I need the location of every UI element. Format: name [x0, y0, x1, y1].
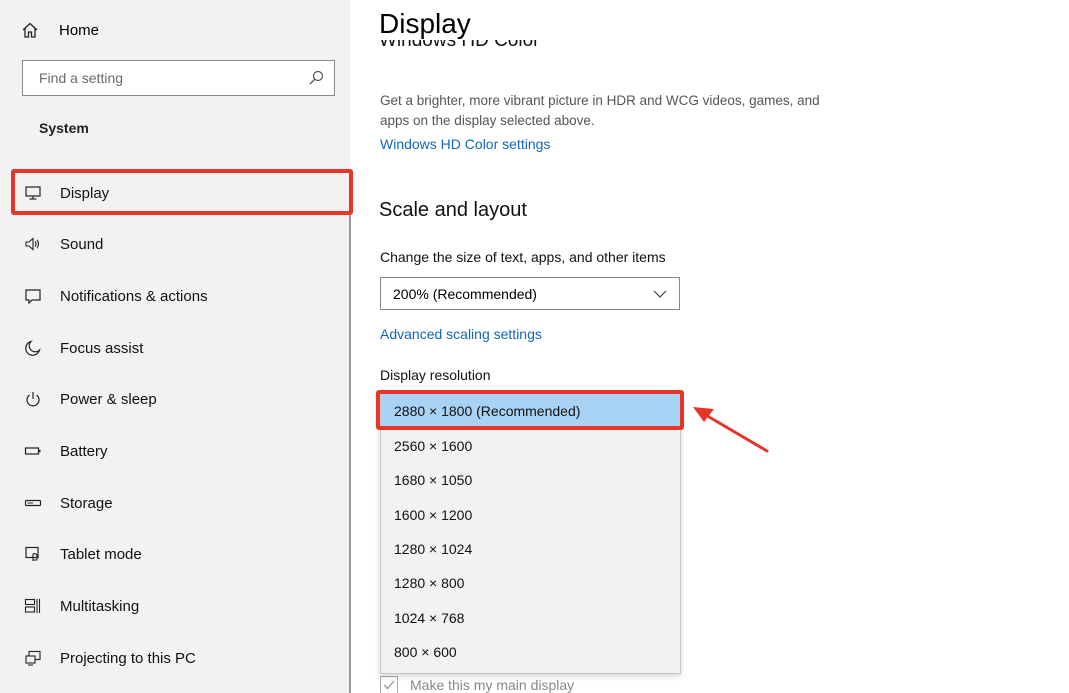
- sidebar-item-label: Projecting to this PC: [60, 649, 196, 667]
- sidebar-item-focus-assist[interactable]: Focus assist: [24, 334, 143, 362]
- sidebar-item-label: Storage: [60, 494, 113, 512]
- sidebar-item-label: Focus assist: [60, 339, 144, 357]
- resolution-option[interactable]: 800 × 600: [381, 635, 680, 669]
- search-input[interactable]: Find a setting: [22, 60, 335, 96]
- sidebar-item-label: Battery: [60, 442, 108, 460]
- scale-layout-heading: Scale and layout: [379, 199, 527, 221]
- section-label-system: System: [39, 120, 89, 136]
- annotation-highlight-display: [11, 169, 353, 215]
- sidebar-item-multitasking[interactable]: Multitasking: [24, 592, 139, 620]
- search-icon[interactable]: [308, 70, 324, 86]
- scale-dropdown[interactable]: 200% (Recommended): [380, 277, 680, 310]
- projecting-icon: [25, 650, 41, 666]
- resolution-option[interactable]: 1024 × 768: [381, 601, 680, 635]
- checkmark-icon: [383, 680, 395, 690]
- home-icon: [22, 22, 38, 38]
- sidebar-item-label: Power & sleep: [60, 390, 157, 408]
- speaker-icon: [25, 237, 40, 251]
- settings-window: Home Find a setting System Display Sound…: [0, 0, 1069, 693]
- storage-icon: [24, 499, 42, 507]
- moon-icon: [25, 340, 41, 356]
- hd-color-heading: Windows HD Color: [379, 40, 679, 60]
- sidebar-item-storage[interactable]: Storage: [24, 489, 113, 517]
- sidebar-item-notifications[interactable]: Notifications & actions: [24, 282, 208, 310]
- main-display-checkbox-label: Make this my main display: [410, 677, 575, 693]
- hd-color-heading-text: Windows HD Color: [379, 40, 540, 51]
- power-icon: [26, 392, 40, 407]
- main-display-checkbox-row[interactable]: Make this my main display: [380, 675, 574, 693]
- resolution-label: Display resolution: [380, 367, 491, 383]
- sidebar-scrollbar[interactable]: [349, 215, 351, 693]
- home-label: Home: [59, 21, 100, 39]
- sidebar-item-battery[interactable]: Battery: [24, 437, 108, 465]
- multitasking-icon: [24, 598, 41, 613]
- sidebar-item-label: Tablet mode: [60, 545, 142, 563]
- chevron-down-icon: [653, 290, 667, 298]
- checkbox[interactable]: [380, 676, 398, 693]
- battery-icon: [24, 447, 41, 455]
- resolution-option[interactable]: 1600 × 1200: [381, 498, 680, 532]
- page-title: Display: [379, 8, 471, 39]
- resolution-option[interactable]: 1680 × 1050: [381, 463, 680, 497]
- notification-icon: [25, 289, 41, 305]
- sidebar-home[interactable]: Home: [21, 18, 99, 42]
- sidebar-item-tablet-mode[interactable]: Tablet mode: [24, 540, 142, 568]
- sidebar-item-projecting[interactable]: Projecting to this PC: [24, 644, 196, 672]
- sidebar-item-label: Notifications & actions: [60, 287, 208, 305]
- resolution-option[interactable]: 1280 × 1024: [381, 532, 680, 566]
- resolution-option[interactable]: 1280 × 800: [381, 566, 680, 600]
- annotation-highlight-resolution: [376, 390, 684, 430]
- resolution-dropdown-list[interactable]: 2880 × 1800 (Recommended) 2560 × 1600 16…: [380, 393, 681, 674]
- advanced-scaling-link[interactable]: Advanced scaling settings: [380, 326, 542, 342]
- search-placeholder: Find a setting: [39, 70, 124, 86]
- sidebar-item-power-sleep[interactable]: Power & sleep: [24, 385, 157, 413]
- tablet-mode-icon: [25, 546, 39, 561]
- resolution-option[interactable]: 2560 × 1600: [381, 429, 680, 463]
- sidebar-item-sound[interactable]: Sound: [24, 230, 103, 258]
- scale-dropdown-value: 200% (Recommended): [393, 285, 537, 302]
- annotation-arrow-icon: [693, 407, 769, 453]
- hd-color-settings-link[interactable]: Windows HD Color settings: [380, 136, 550, 152]
- sidebar-item-label: Sound: [60, 235, 104, 253]
- scale-label: Change the size of text, apps, and other…: [380, 249, 666, 265]
- hd-color-description: Get a brighter, more vibrant picture in …: [380, 93, 820, 128]
- sidebar-item-label: Multitasking: [60, 597, 140, 615]
